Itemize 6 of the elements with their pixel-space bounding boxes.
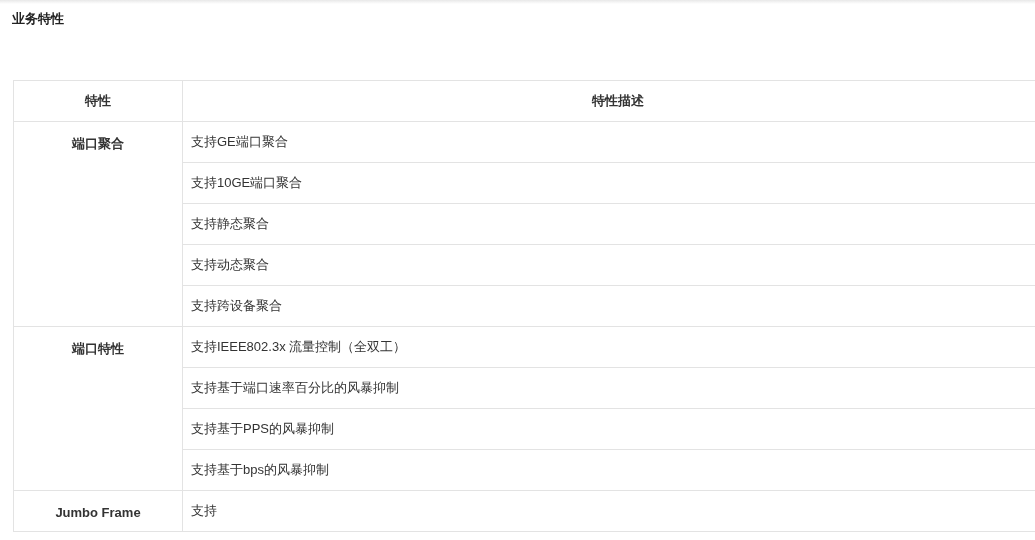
column-header: 特性描述 <box>182 80 1035 122</box>
column-header: 特性 <box>13 80 183 122</box>
feature-cell: 端口聚合 <box>13 121 183 327</box>
feature-cell: 端口特性 <box>13 326 183 491</box>
feature-cell: Jumbo Frame <box>13 490 183 532</box>
section-title: 业务特性 <box>12 10 64 28</box>
